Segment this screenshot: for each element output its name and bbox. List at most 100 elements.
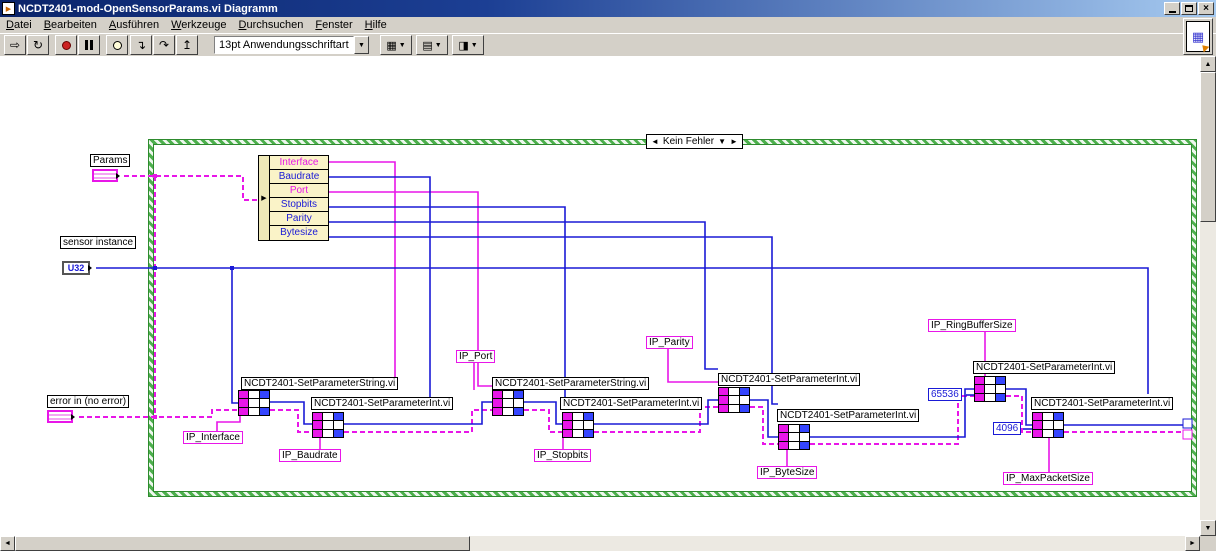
- scroll-up-button[interactable]: ▲: [1200, 56, 1216, 72]
- lightbulb-icon: [112, 40, 122, 50]
- vi-label-setparameterint-5[interactable]: NCDT2401-SetParameterInt.vi: [973, 361, 1116, 374]
- reorder-objects-icon: ◨: [458, 39, 469, 52]
- scroll-down-icon: ▼: [1204, 524, 1212, 532]
- vertical-scroll-thumb[interactable]: [1200, 72, 1216, 222]
- vi-icon-setparameterint-3[interactable]: [718, 387, 750, 413]
- scroll-left-button[interactable]: ◄: [0, 536, 15, 551]
- error-in-terminal[interactable]: [47, 410, 73, 423]
- abort-button[interactable]: [55, 35, 77, 55]
- minimize-icon: [1168, 5, 1176, 13]
- vi-icon-setparameterint-1[interactable]: [312, 412, 344, 438]
- unbundle-field-interface[interactable]: Interface: [270, 156, 328, 170]
- chevron-down-icon: ▼: [398, 41, 406, 49]
- sensor-instance-terminal[interactable]: U32: [62, 261, 90, 275]
- step-over-button[interactable]: ↷: [153, 35, 175, 55]
- numeric-constant-4096[interactable]: 4096: [993, 422, 1022, 435]
- window-title: NCDT2401-mod-OpenSensorParams.vi Diagram…: [18, 2, 278, 15]
- font-selector-dropdown[interactable]: ▼: [354, 36, 369, 54]
- case-selector[interactable]: ◄ Kein Fehler ▼ ►: [646, 134, 743, 149]
- scrollbar-corner: [1200, 536, 1216, 551]
- unbundle-by-name-node[interactable]: ▶ Interface Baudrate Port Stopbits Parit…: [258, 155, 329, 241]
- step-over-icon: ↷: [158, 38, 170, 52]
- minimize-button[interactable]: [1164, 2, 1180, 15]
- toolbar: ⇨ ↻ ↴ ↷ ↥ 13pt Anwendungsschriftart ▼ ▦ ▼…: [0, 33, 1216, 56]
- run-continuous-button[interactable]: ↻: [27, 35, 49, 55]
- string-constant-ip-baudrate[interactable]: IP_Baudrate: [279, 449, 341, 462]
- wires-layer[interactable]: [0, 56, 1200, 536]
- error-in-terminal-label[interactable]: error in (no error): [47, 395, 130, 408]
- case-next-arrow-icon[interactable]: ►: [730, 137, 738, 146]
- vi-icon-setparameterint-6[interactable]: [1032, 412, 1064, 438]
- vi-label-setparameterint-2[interactable]: NCDT2401-SetParameterInt.vi: [560, 397, 703, 410]
- maximize-button[interactable]: [1181, 2, 1197, 15]
- scroll-down-button[interactable]: ▼: [1200, 520, 1216, 536]
- horizontal-scrollbar[interactable]: ◄ ►: [0, 536, 1200, 551]
- font-selector[interactable]: 13pt Anwendungsschriftart: [214, 36, 354, 54]
- vi-label-setparameterint-6[interactable]: NCDT2401-SetParameterInt.vi: [1031, 397, 1174, 410]
- distribute-objects-icon: ▤: [422, 39, 433, 52]
- vi-label-setparameterint-4[interactable]: NCDT2401-SetParameterInt.vi: [777, 409, 920, 422]
- case-selector-label: Kein Fehler: [662, 136, 715, 147]
- highlight-execution-button[interactable]: [106, 35, 128, 55]
- app-icon: ▶: [2, 2, 15, 15]
- menu-werkzeuge[interactable]: Werkzeuge: [165, 18, 232, 32]
- horizontal-scroll-thumb[interactable]: [15, 536, 470, 551]
- vi-label-setparameterint-1[interactable]: NCDT2401-SetParameterInt.vi: [311, 397, 454, 410]
- menu-hilfe[interactable]: Hilfe: [359, 18, 393, 32]
- distribute-objects-button[interactable]: ▤ ▼: [416, 35, 448, 55]
- align-objects-icon: ▦: [386, 39, 397, 52]
- menu-bar: Datei Bearbeiten Ausführen Werkzeuge Dur…: [0, 17, 1216, 33]
- menu-bearbeiten[interactable]: Bearbeiten: [38, 18, 103, 32]
- params-terminal[interactable]: [92, 169, 118, 182]
- unbundle-field-stopbits[interactable]: Stopbits: [270, 198, 328, 212]
- menu-durchsuchen[interactable]: Durchsuchen: [233, 18, 310, 32]
- step-out-button[interactable]: ↥: [176, 35, 198, 55]
- string-constant-ip-bytesize[interactable]: IP_ByteSize: [757, 466, 818, 479]
- title-bar: ▶ NCDT2401-mod-OpenSensorParams.vi Diagr…: [0, 0, 1216, 17]
- vi-label-setparameterint-3[interactable]: NCDT2401-SetParameterInt.vi: [718, 373, 861, 386]
- vi-diagram-badge[interactable]: ▦: [1183, 18, 1213, 55]
- case-dropdown-icon[interactable]: ▼: [718, 137, 726, 146]
- vi-icon-setparameterstring-2[interactable]: [492, 390, 524, 416]
- align-objects-button[interactable]: ▦ ▼: [380, 35, 412, 55]
- menu-datei[interactable]: Datei: [0, 18, 38, 32]
- numeric-constant-65536[interactable]: 65536: [928, 388, 962, 401]
- string-constant-ip-interface[interactable]: IP_Interface: [183, 431, 243, 444]
- menu-fenster[interactable]: Fenster: [309, 18, 358, 32]
- close-button[interactable]: ×: [1198, 2, 1214, 15]
- vi-icon-setparameterint-4[interactable]: [778, 424, 810, 450]
- unbundle-field-port[interactable]: Port: [270, 184, 328, 198]
- string-constant-ip-maxpacketsize[interactable]: IP_MaxPacketSize: [1003, 472, 1093, 485]
- sensor-instance-terminal-label[interactable]: sensor instance: [60, 236, 137, 249]
- scroll-right-button[interactable]: ►: [1185, 536, 1200, 551]
- reorder-objects-button[interactable]: ◨ ▼: [452, 35, 484, 55]
- vi-label-setparameterstring-2[interactable]: NCDT2401-SetParameterString.vi: [492, 377, 650, 390]
- vi-icon-setparameterstring-1[interactable]: [238, 390, 270, 416]
- string-constant-ip-ringbuffersize[interactable]: IP_RingBufferSize: [928, 319, 1016, 332]
- run-button[interactable]: ⇨: [4, 35, 26, 55]
- vi-label-setparameterstring-1[interactable]: NCDT2401-SetParameterString.vi: [241, 377, 399, 390]
- vi-icon-setparameterint-2[interactable]: [562, 412, 594, 438]
- unbundle-field-bytesize[interactable]: Bytesize: [270, 226, 328, 240]
- case-prev-arrow-icon[interactable]: ◄: [651, 137, 659, 146]
- unbundle-rows: Interface Baudrate Port Stopbits Parity …: [270, 156, 328, 240]
- unbundle-field-parity[interactable]: Parity: [270, 212, 328, 226]
- string-constant-ip-stopbits[interactable]: IP_Stopbits: [534, 449, 592, 462]
- block-diagram-canvas[interactable]: ◄ Kein Fehler ▼ ► Params sensor instance…: [0, 56, 1200, 536]
- pause-button[interactable]: [78, 35, 100, 55]
- pause-icon: [85, 40, 93, 50]
- scroll-up-icon: ▲: [1204, 60, 1212, 68]
- step-into-icon: ↴: [135, 38, 147, 52]
- vertical-scrollbar[interactable]: ▲ ▼: [1200, 56, 1216, 536]
- unbundle-field-baudrate[interactable]: Baudrate: [270, 170, 328, 184]
- string-constant-ip-port[interactable]: IP_Port: [456, 350, 496, 363]
- vi-icon-setparameterint-5[interactable]: [974, 376, 1006, 402]
- step-into-button[interactable]: ↴: [130, 35, 152, 55]
- vi-diagram-badge-icon: ▦: [1186, 21, 1210, 52]
- run-arrow-icon: ⇨: [9, 38, 21, 52]
- string-constant-ip-parity[interactable]: IP_Parity: [646, 336, 693, 349]
- params-terminal-label[interactable]: Params: [90, 154, 131, 167]
- chevron-down-icon: ▼: [470, 41, 478, 49]
- menu-ausfuehren[interactable]: Ausführen: [103, 18, 165, 32]
- maximize-icon: [1185, 5, 1193, 12]
